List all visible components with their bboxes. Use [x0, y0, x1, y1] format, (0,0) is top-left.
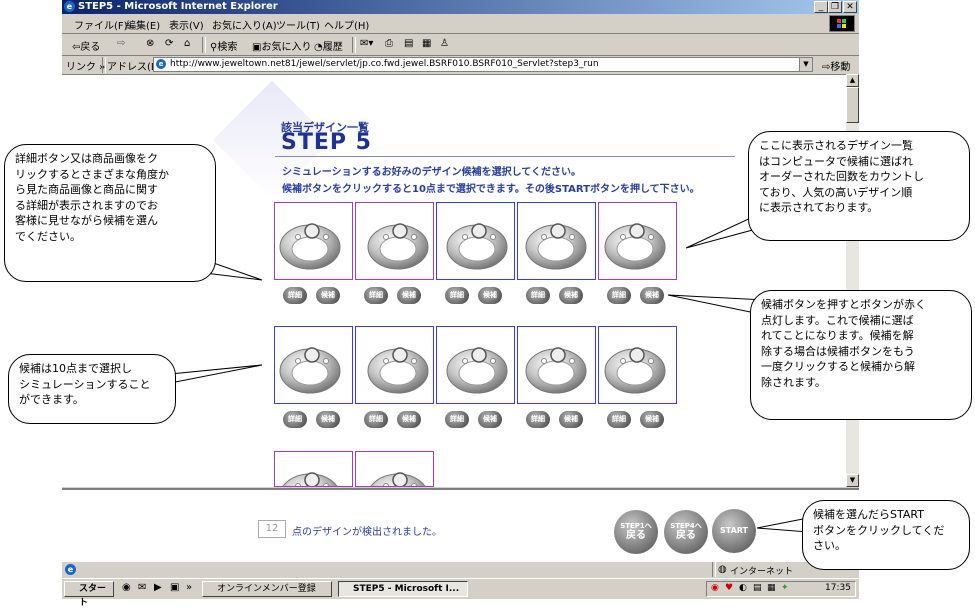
callout-detail-line: でください。	[15, 229, 81, 243]
callout-ranking-help: ここに表示されるデザイン一覧 はコンピュータで候補に選ばれ オーダーされた回数を…	[748, 131, 970, 241]
callout-ranking-line: に表示されております。	[759, 201, 879, 214]
callout-detail-help: 詳細ボタン又は商品画像をク リックするとさまざまな角度か ら見た商品画像と商品に…	[4, 144, 216, 282]
callout-candidate-line: 除されます。	[761, 375, 826, 389]
callout-detail-line: リックするとさまざまな角度か	[15, 167, 169, 181]
callout-detail-line: 客様に見せながら候補を選ん	[15, 214, 158, 227]
callout-candidate-line: 点灯します。これで候補に選ば	[761, 313, 914, 327]
callout-start-line: ボタンをクリックしてくだ	[813, 523, 945, 537]
callout-ranking-line: ここに表示されるデザイン一覧	[759, 139, 913, 152]
callout-detail-line: 詳細ボタン又は商品画像をク	[15, 152, 158, 165]
callout-detail-line: ら見た商品画像と商品に関す	[15, 183, 158, 196]
callout-limit-line: 候補は10点まで選択し	[19, 362, 132, 375]
callout-start-line: 候補を選んだらSTART	[813, 508, 924, 521]
callout-candidate-help: 候補ボタンを押すとボタンが赤く 点灯します。これで候補に選ば れてことになります…	[750, 290, 972, 420]
callout-limit-line: シミュレーションすること	[19, 377, 151, 391]
callout-ranking-line: オーダーされた回数をカウントし	[759, 170, 924, 183]
callout-candidate-line: れてことになります。候補を解	[761, 329, 914, 342]
callout-candidate-line: 候補ボタンを押すとボタンが赤く	[761, 298, 926, 311]
callout-start-help: 候補を選んだらSTART ボタンをクリックしてくだ さい。	[802, 500, 970, 570]
callout-limit-line: ができます。	[19, 393, 84, 406]
callout-candidate-line: 除する場合は候補ボタンをもう	[761, 344, 915, 358]
callout-start-line: さい。	[813, 539, 846, 552]
callout-ranking-line: ており、人気の高いデザイン順	[759, 185, 913, 199]
callout-ranking-line: はコンピュータで候補に選ばれ	[759, 154, 913, 168]
callout-detail-line: る詳細が表示されますのでお	[15, 198, 158, 212]
callout-limit-help: 候補は10点まで選択し シミュレーションすること ができます。	[8, 354, 176, 424]
callout-candidate-line: 一度クリックすると候補から解	[761, 360, 915, 373]
